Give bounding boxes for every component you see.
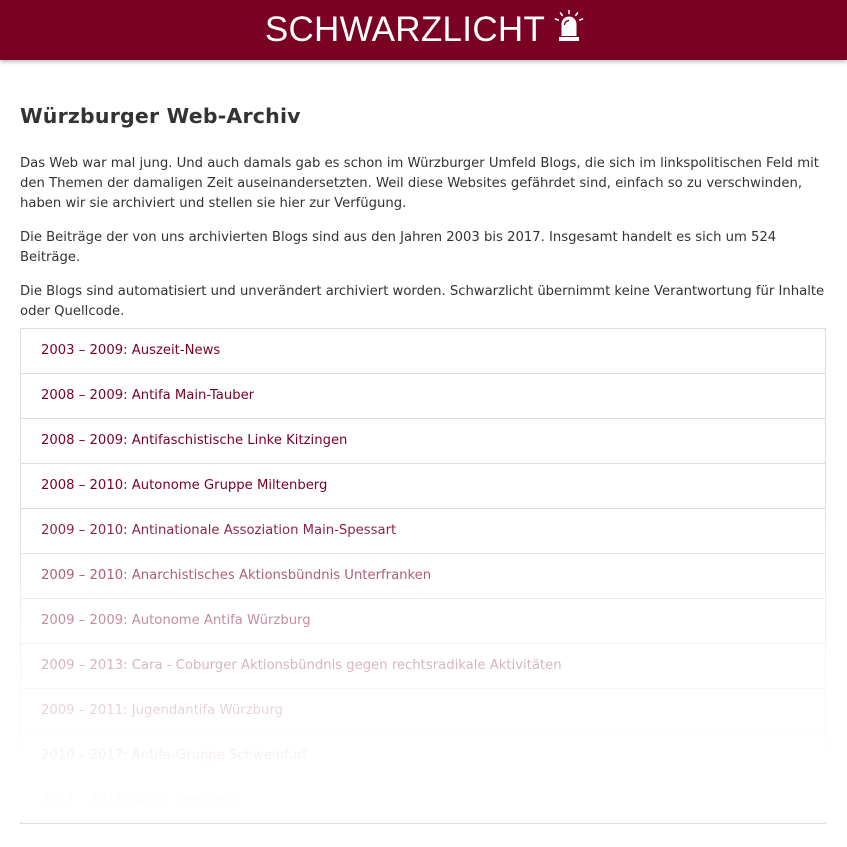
- archive-link-autonome-gruppe-miltenberg[interactable]: 2008 – 2010: Autonome Gruppe Miltenberg: [20, 464, 826, 509]
- site-header: SCHWARZLICHT: [0, 0, 847, 60]
- archive-link-antifa-bamberg[interactable]: 2011 – 2016: Antifa Bamberg: [20, 779, 826, 824]
- archive-link-cara-coburg[interactable]: 2009 – 2013: Cara - Coburger Aktionsbünd…: [20, 644, 826, 689]
- brand-text: SCHWARZLICHT: [264, 10, 546, 49]
- archive-link-antinationale-assoziation[interactable]: 2009 – 2010: Antinationale Assoziation M…: [20, 509, 826, 554]
- archive-link-autonome-antifa-wuerzburg[interactable]: 2009 – 2009: Autonome Antifa Würzburg: [20, 599, 826, 644]
- main-content: Würzburger Web-Archiv Das Web war mal ju…: [0, 104, 847, 824]
- archive-list: 2003 – 2009: Auszeit-News 2008 – 2009: A…: [20, 328, 826, 824]
- archive-link-jugendantifa-wuerzburg[interactable]: 2009 – 2011: Jugendantifa Würzburg: [20, 689, 826, 734]
- archive-link-anarchistisches-aktionsbuendnis[interactable]: 2009 – 2010: Anarchistisches Aktionsbünd…: [20, 554, 826, 599]
- archive-link-auszeit-news[interactable]: 2003 – 2009: Auszeit-News: [20, 329, 826, 374]
- siren-light-icon: [554, 9, 584, 44]
- page-title: Würzburger Web-Archiv: [20, 104, 301, 128]
- archive-link-antifa-main-tauber[interactable]: 2008 – 2009: Antifa Main-Tauber: [20, 374, 826, 419]
- archive-link-antifa-gruppe-schweinfurt[interactable]: 2010 – 2017: Antifa-Gruppe Schweinfurt: [20, 734, 826, 779]
- brand-logo-link[interactable]: SCHWARZLICHT: [264, 9, 584, 50]
- stats-paragraph: Die Beiträge der von uns archivierten Bl…: [20, 230, 777, 265]
- disclaimer-paragraph: Die Blogs sind automatisiert und unverän…: [20, 284, 825, 319]
- intro-paragraph: Das Web war mal jung. Und auch damals ga…: [20, 156, 819, 211]
- archive-link-antifaschistische-linke-kitzingen[interactable]: 2008 – 2009: Antifaschistische Linke Kit…: [20, 419, 826, 464]
